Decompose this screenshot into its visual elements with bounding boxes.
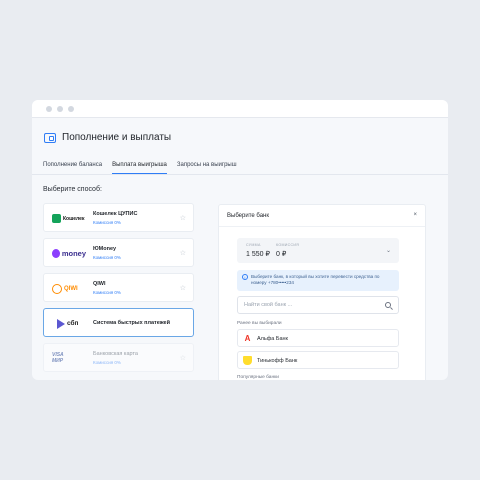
info-icon: i [242,274,248,280]
info-text: Выберите банк, в который вы хотите перев… [251,274,380,286]
page-title: Пополнение и выплаты [62,132,172,143]
yoomoney-logo: money [52,247,86,260]
payment-methods-list: Кошелек Кошелек ЦУПИС Комиссия 0% ☆ mone… [43,203,194,378]
method-qiwi[interactable]: QIWI QIWI Комиссия 0% ☆ [43,273,194,302]
select-bank-panel: Выберите банк × СУММА 1 550 ₽ КОМИССИЯ 0… [218,204,426,380]
method-yoomoney[interactable]: money ЮMoney Комиссия 0% ☆ [43,238,194,267]
method-fee: Комиссия 0% [93,290,121,295]
method-fee: Комиссия 0% [93,220,121,225]
fee-caption: КОМИССИЯ [276,243,300,247]
sum-value: 1 550 ₽ [246,251,270,258]
card-logos: VISA МИР [52,352,64,364]
method-name: ЮMoney [93,246,117,252]
tinkoff-bank-logo [243,356,252,365]
alfa-bank-logo: А [244,334,251,343]
tabs: Пополнение баланса Выплата выигрыша Запр… [43,162,237,174]
method-name: QIWI [93,281,106,287]
favorite-star-icon[interactable]: ☆ [180,284,186,292]
method-fee: Комиссия 0% [93,360,121,365]
qiwi-logo: QIWI [52,282,86,295]
close-icon[interactable]: × [413,212,417,218]
wallet-icon [44,132,56,143]
sbp-logo: сбп [52,317,86,330]
search-icon[interactable] [385,302,391,308]
favorite-star-icon[interactable]: ☆ [180,214,186,222]
info-notice: i Выберите банк, в который вы хотите пер… [237,270,399,291]
choose-method-label: Выберите способ: [43,186,102,193]
recent-banks-label: Ранее вы выбирали [237,321,282,326]
panel-divider [219,226,425,227]
window-dot [57,106,63,112]
koshelek-logo: Кошелек [52,212,86,225]
tab-payout[interactable]: Выплата выигрыша [112,162,167,174]
amount-summary[interactable]: СУММА 1 550 ₽ КОМИССИЯ 0 ₽ ⌄ [237,238,399,263]
tabs-divider [32,174,448,175]
bank-name: Альфа Банк [257,335,288,342]
bank-option-alfa[interactable]: А Альфа Банк [237,329,399,347]
tab-deposit[interactable]: Пополнение баланса [43,162,102,174]
sum-caption: СУММА [246,243,261,247]
method-name: Система быстрых платежей [93,320,170,326]
method-bank-card[interactable]: VISA МИР Банковская карта Комиссия 0% ☆ [43,343,194,372]
tab-requests[interactable]: Запросы на выигрыш [177,162,237,174]
method-fee: Комиссия 0% [93,255,121,260]
window-dot [46,106,52,112]
method-koshelek-cupis[interactable]: Кошелек Кошелек ЦУПИС Комиссия 0% ☆ [43,203,194,232]
method-name: Кошелек ЦУПИС [93,211,138,217]
panel-title: Выберите банк [227,213,269,219]
window-titlebar [32,100,448,118]
app-window: Пополнение и выплаты Пополнение баланса … [32,100,448,380]
fee-value: 0 ₽ [276,251,287,258]
bank-name: Тинькофф Банк [257,357,298,364]
favorite-star-icon[interactable]: ☆ [180,354,186,362]
search-placeholder: Найти свой банк ... [244,302,293,308]
favorite-star-icon[interactable]: ☆ [180,249,186,257]
chevron-down-icon[interactable]: ⌄ [386,247,391,254]
bank-option-tinkoff[interactable]: Тинькофф Банк [237,351,399,369]
page-header: Пополнение и выплаты [44,132,171,143]
window-dot [68,106,74,112]
method-sbp[interactable]: сбп Система быстрых платежей [43,308,194,337]
popular-banks-label: Популярные банки [237,375,279,380]
method-name: Банковская карта [93,351,138,357]
bank-search-input[interactable]: Найти свой банк ... [237,296,399,314]
